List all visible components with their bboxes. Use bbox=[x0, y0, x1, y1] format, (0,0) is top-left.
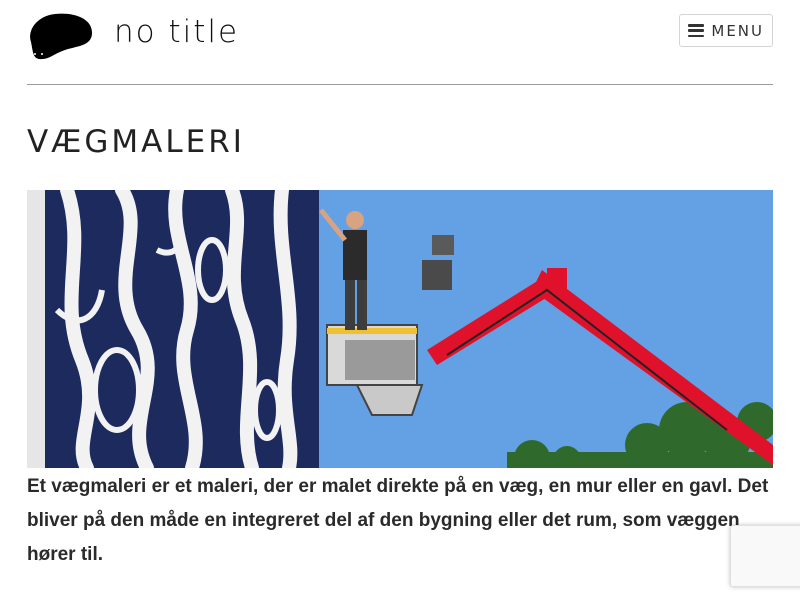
page-title: VÆGMALERI bbox=[27, 124, 245, 160]
menu-button[interactable]: MENU bbox=[679, 14, 773, 47]
blob-logo-icon[interactable] bbox=[27, 12, 93, 60]
recaptcha-badge[interactable] bbox=[730, 525, 800, 587]
hamburger-icon bbox=[688, 24, 705, 37]
site-header: no title MENU bbox=[27, 0, 773, 85]
menu-label: MENU bbox=[711, 21, 764, 40]
site-title[interactable]: no title bbox=[114, 14, 239, 50]
intro-paragraph: Et vægmaleri er et maleri, der er malet … bbox=[27, 476, 769, 565]
hero-image bbox=[27, 190, 773, 468]
